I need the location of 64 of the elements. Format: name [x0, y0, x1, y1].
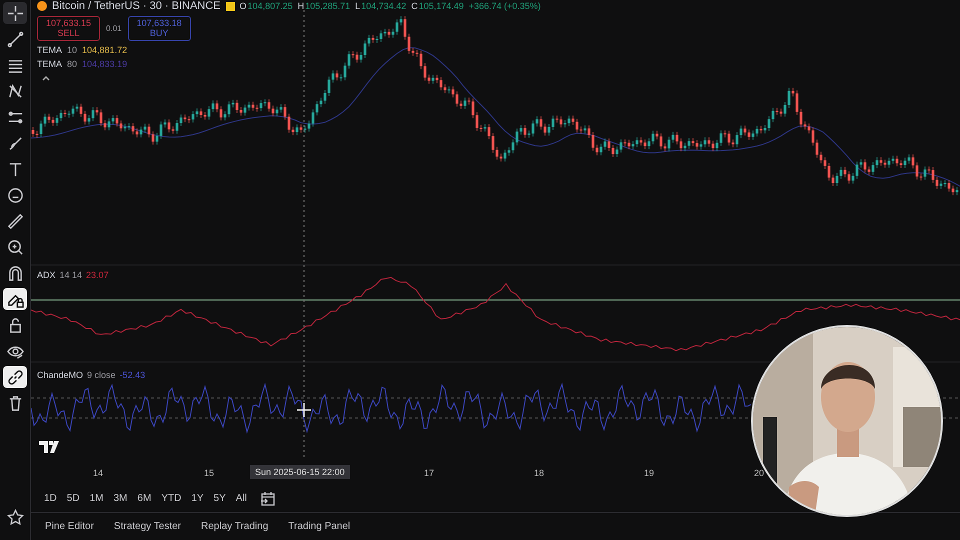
time-axis-label: 19: [644, 468, 654, 478]
tool-button[interactable]: [3, 288, 27, 310]
time-axis-label: 14: [93, 468, 104, 478]
ohlc-label: C: [411, 1, 418, 11]
indicator-value: 104,881.72: [82, 44, 128, 55]
time-axis-label: 18: [534, 468, 544, 478]
ohlc-value: 105,174.49: [418, 1, 464, 11]
indicator-name: TEMA: [37, 44, 62, 55]
logo-icon: [39, 441, 61, 453]
range-button[interactable]: YTD: [156, 493, 186, 504]
ohlc-label: O: [240, 1, 247, 11]
panel-tab[interactable]: Pine Editor: [35, 521, 104, 532]
flag-icon: [226, 2, 235, 10]
indicator-params: 80: [67, 58, 78, 69]
range-button[interactable]: 1Y: [186, 493, 209, 504]
range-button[interactable]: 6M: [132, 493, 156, 504]
coin-icon: [37, 1, 47, 11]
crosshair-time-label: Sun 2025-06-15 22:00: [250, 465, 350, 479]
ohlc-value: 105,285.71: [305, 1, 350, 11]
panel-tab[interactable]: Trading Panel: [278, 521, 360, 532]
time-axis-label: 15: [204, 468, 214, 478]
range-button[interactable]: 3M: [108, 493, 132, 504]
link-icon: [6, 368, 24, 386]
ohlc-label: L: [355, 1, 360, 11]
indicator-value: -52.43: [120, 370, 146, 380]
crosshair-icon: [296, 402, 312, 418]
tool-button[interactable]: [3, 2, 27, 24]
range-button[interactable]: 1D: [39, 493, 62, 504]
price-change: +366.74 (+0.35%): [468, 1, 541, 11]
indicator-params: 9 close: [87, 370, 116, 380]
indicator-name: ChandeMO: [37, 370, 84, 380]
trend-line-icon: [6, 30, 24, 48]
ohlc-label: H: [298, 1, 304, 11]
range-button[interactable]: 5Y: [208, 493, 231, 504]
brush-icon: [6, 134, 24, 152]
indicator-params: 14 14: [60, 270, 82, 280]
emoji-icon: [6, 186, 24, 204]
ohlc-value: 104,807.25: [248, 1, 293, 11]
calendar-icon[interactable]: [260, 490, 276, 506]
range-button[interactable]: 1M: [84, 493, 108, 504]
parallel-lines-icon: [6, 108, 24, 126]
range-button[interactable]: 5D: [62, 493, 85, 504]
indicator-name: ADX: [37, 270, 56, 280]
ruler-icon: [6, 212, 24, 230]
range-button[interactable]: All: [230, 493, 252, 504]
zigzag-icon: [6, 82, 24, 100]
panel-tab[interactable]: Replay Trading: [191, 521, 278, 532]
indicator-params: 10: [67, 44, 78, 55]
indicator-value: 23.07: [86, 270, 109, 280]
indicator-value: 104,833.19: [82, 58, 128, 69]
tool-button[interactable]: [3, 366, 27, 388]
spread-value: 0.01: [106, 24, 122, 33]
time-axis-label: 17: [424, 468, 434, 478]
indicator-name: TEMA: [37, 58, 62, 69]
zoom-icon: [6, 238, 24, 256]
ohlc-value: 104,734.42: [361, 1, 406, 11]
crosshair-icon: [6, 4, 24, 22]
star-icon[interactable]: [6, 509, 24, 526]
magnet-icon: [6, 264, 24, 282]
symbol-title[interactable]: Bitcoin / TetherUS · 30 · BINANCE: [52, 0, 221, 12]
panel-tab[interactable]: Strategy Tester: [104, 521, 191, 532]
sell-button[interactable]: 107,633.15 SELL: [37, 16, 100, 41]
buy-button[interactable]: 107,633.18 BUY: [128, 16, 191, 41]
time-axis-label: 20: [754, 468, 764, 478]
